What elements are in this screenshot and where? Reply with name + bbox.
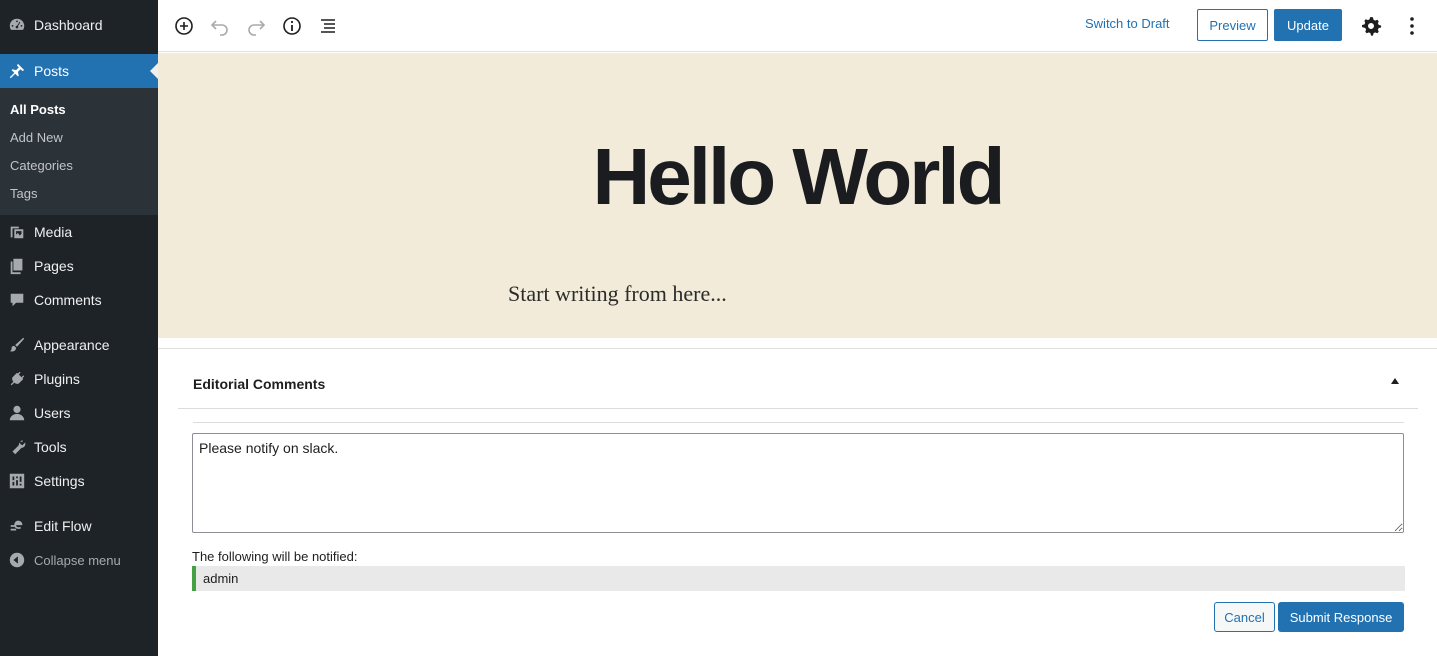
comments-icon [7, 290, 27, 310]
content-placeholder[interactable]: Start writing from here... [508, 281, 727, 307]
sidebar-item-label: Posts [34, 63, 70, 79]
admin-sidebar: Dashboard Posts All Posts Add New Catego… [0, 0, 158, 656]
switch-to-draft-button[interactable]: Switch to Draft [1085, 16, 1170, 31]
divider [193, 422, 1404, 423]
posts-submenu: All Posts Add New Categories Tags [0, 88, 158, 215]
editor-toolbar: Switch to Draft Preview Update [158, 0, 1437, 52]
sidebar-item-edit-flow[interactable]: Edit Flow [0, 509, 158, 543]
collapse-menu-button[interactable]: Collapse menu [0, 543, 158, 577]
collapse-menu-label: Collapse menu [34, 552, 121, 568]
submenu-categories[interactable]: Categories [10, 158, 73, 173]
current-menu-arrow [150, 63, 158, 79]
settings-sliders-icon [7, 471, 27, 491]
sidebar-item-label: Comments [34, 292, 102, 308]
notify-label: The following will be notified: [192, 549, 358, 564]
submenu-all-posts[interactable]: All Posts [10, 102, 66, 117]
editor-canvas: Hello World Start writing from here... [158, 53, 1437, 338]
comment-textarea[interactable]: Please notify on slack. [192, 433, 1404, 533]
sidebar-item-plugins[interactable]: Plugins [0, 362, 158, 396]
sidebar-item-dashboard[interactable]: Dashboard [0, 8, 158, 42]
sidebar-item-label: Users [34, 405, 71, 421]
submit-response-button[interactable]: Submit Response [1278, 602, 1404, 632]
plug-icon [7, 369, 27, 389]
sidebar-item-comments[interactable]: Comments [0, 283, 158, 317]
sidebar-item-appearance[interactable]: Appearance [0, 328, 158, 362]
submenu-tags[interactable]: Tags [10, 186, 37, 201]
sidebar-item-label: Settings [34, 473, 85, 489]
editorial-comments-heading: Editorial Comments [193, 376, 326, 392]
divider [158, 348, 1437, 349]
pages-icon [7, 256, 27, 276]
undo-icon[interactable] [208, 14, 232, 38]
sidebar-item-label: Plugins [34, 371, 80, 387]
collapse-icon [7, 550, 27, 570]
sidebar-item-label: Dashboard [34, 17, 103, 33]
info-icon[interactable] [280, 14, 304, 38]
add-block-icon[interactable] [172, 14, 196, 38]
pin-icon [7, 61, 27, 81]
sidebar-item-label: Appearance [34, 337, 110, 353]
cancel-button[interactable]: Cancel [1214, 602, 1275, 632]
notified-user-name: admin [203, 571, 239, 586]
sidebar-item-label: Pages [34, 258, 74, 274]
notified-user-row: admin [192, 566, 1405, 591]
list-view-icon[interactable] [316, 14, 340, 38]
user-icon [7, 403, 27, 423]
divider [178, 408, 1418, 409]
sidebar-item-users[interactable]: Users [0, 396, 158, 430]
post-title[interactable]: Hello World [158, 131, 1437, 223]
edit-flow-icon [7, 516, 27, 536]
sidebar-item-label: Edit Flow [34, 518, 92, 534]
media-icon [7, 222, 27, 242]
sidebar-item-tools[interactable]: Tools [0, 430, 158, 464]
submenu-add-new[interactable]: Add New [10, 130, 63, 145]
sidebar-item-settings[interactable]: Settings [0, 464, 158, 498]
more-options-icon[interactable] [1400, 14, 1424, 38]
sidebar-item-label: Media [34, 224, 73, 240]
sidebar-item-posts[interactable]: Posts [0, 54, 158, 88]
sidebar-item-media[interactable]: Media [0, 215, 158, 249]
sidebar-item-label: Tools [34, 439, 67, 455]
sidebar-item-pages[interactable]: Pages [0, 249, 158, 283]
preview-button[interactable]: Preview [1197, 9, 1268, 41]
collapse-toggle-icon[interactable] [1391, 378, 1399, 384]
settings-gear-icon[interactable] [1359, 14, 1383, 38]
update-button[interactable]: Update [1274, 9, 1342, 41]
dashboard-icon [7, 15, 27, 35]
wrench-icon [7, 437, 27, 457]
redo-icon[interactable] [244, 14, 268, 38]
brush-icon [7, 335, 27, 355]
